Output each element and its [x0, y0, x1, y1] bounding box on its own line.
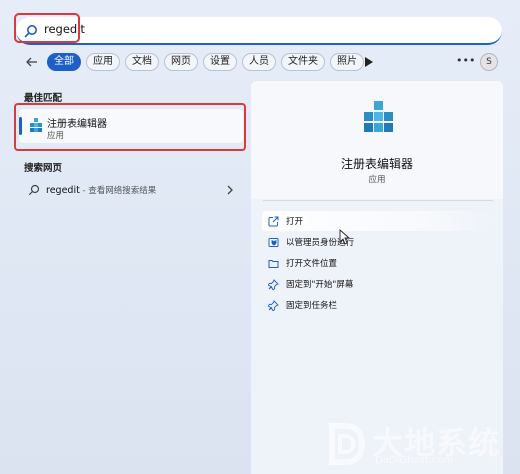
divider: [263, 200, 493, 201]
mouse-cursor-icon: [339, 229, 350, 245]
best-match-highlight-box: [14, 103, 246, 151]
tab-folders[interactable]: 文件夹: [281, 53, 325, 71]
web-search-query: regedit: [46, 185, 80, 196]
watermark-subtext: DaDiGhost.com: [375, 455, 454, 466]
tab-people[interactable]: 人员: [242, 53, 276, 71]
search-highlight-box: [14, 13, 80, 43]
action-open-file-location[interactable]: 打开文件位置: [262, 253, 498, 273]
detail-type: 应用: [368, 175, 386, 185]
detail-title: 注册表编辑器: [340, 157, 413, 171]
search-icon: [28, 184, 40, 196]
shield-admin-icon: [268, 238, 279, 247]
action-open-label: 打开: [286, 217, 304, 227]
avatar[interactable]: S: [480, 53, 498, 71]
web-search-heading: 搜索网页: [24, 163, 63, 174]
action-open-file-location-label: 打开文件位置: [286, 259, 338, 269]
action-pin-to-taskbar-label: 固定到任务栏: [286, 301, 338, 311]
registry-editor-icon: [364, 101, 393, 132]
best-match-heading: 最佳匹配: [24, 93, 63, 104]
filter-tabs: 全部 应用 文档 网页 设置 人员 文件夹 照片: [47, 53, 364, 71]
action-open[interactable]: 打开: [262, 211, 498, 231]
more-options-icon[interactable]: •••: [456, 54, 475, 67]
tab-photos[interactable]: 照片: [330, 53, 364, 71]
folder-icon: [268, 260, 279, 268]
tab-apps[interactable]: 应用: [86, 53, 120, 71]
tab-all[interactable]: 全部: [47, 53, 81, 71]
web-search-suffix: - 查看网络搜索结果: [79, 186, 157, 196]
pin-icon: [268, 300, 279, 311]
pin-icon: [268, 279, 279, 290]
action-pin-to-start-label: 固定到"开始"屏幕: [286, 280, 354, 290]
action-run-as-admin[interactable]: 以管理员身份运行: [262, 232, 498, 252]
search-bar[interactable]: [16, 17, 502, 45]
back-arrow-icon[interactable]: [24, 54, 40, 70]
chevron-right-icon[interactable]: [226, 185, 234, 195]
tab-web[interactable]: 网页: [164, 53, 198, 71]
watermark-logo-icon: [329, 423, 366, 465]
tab-documents[interactable]: 文档: [125, 53, 159, 71]
tab-settings[interactable]: 设置: [203, 53, 237, 71]
web-search-text: regedit - 查看网络搜索结果: [46, 184, 156, 196]
action-pin-to-start[interactable]: 固定到"开始"屏幕: [262, 274, 498, 294]
play-icon[interactable]: [364, 57, 373, 67]
open-external-icon: [268, 216, 279, 227]
action-pin-to-taskbar[interactable]: 固定到任务栏: [262, 295, 498, 315]
